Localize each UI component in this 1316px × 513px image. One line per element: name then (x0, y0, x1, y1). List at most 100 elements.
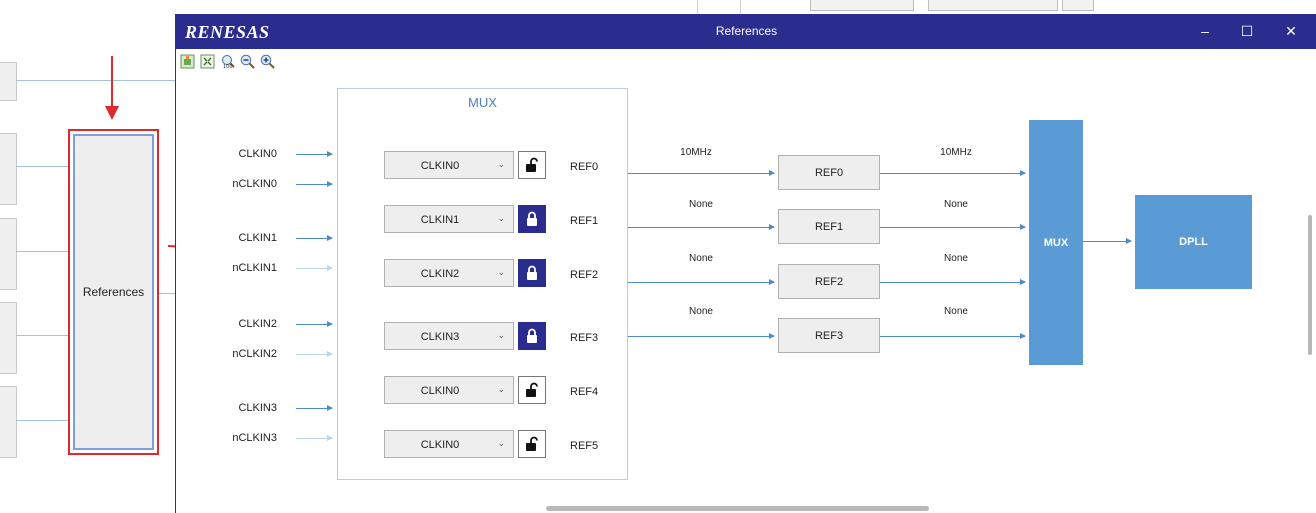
ref-output-label: REF2 (570, 269, 599, 281)
vertical-scrollbar[interactable] (1308, 215, 1312, 355)
chevron-down-icon: ⌄ (497, 330, 505, 340)
ref-block-label: REF3 (814, 329, 844, 342)
chevron-down-icon: ⌄ (497, 213, 505, 223)
input-label: CLKIN3 (238, 402, 277, 414)
ref-out-frequency: None (944, 199, 968, 210)
clock-select[interactable]: CLKIN0 ⌄ (384, 376, 514, 404)
window-title: References (715, 24, 778, 38)
clock-select-value: CLKIN0 (420, 439, 460, 451)
input-label: nCLKIN0 (232, 178, 277, 190)
input-arrow (296, 405, 333, 411)
mux-to-dpll-arrow (1083, 238, 1132, 244)
ref-out-frequency: 10MHz (940, 147, 972, 158)
input-label: CLKIN2 (238, 318, 277, 330)
input-label: nCLKIN3 (232, 432, 277, 444)
bg-separator (740, 0, 741, 14)
bg-port-tab (0, 302, 17, 374)
input-label: nCLKIN1 (232, 262, 277, 274)
ref-path-arrow (628, 333, 775, 339)
clock-select[interactable]: CLKIN2 ⌄ (384, 259, 514, 287)
zoom-out-icon[interactable] (240, 54, 255, 69)
input-arrow (296, 235, 333, 241)
zoom-in-icon[interactable] (260, 54, 275, 69)
close-button[interactable]: ✕ (1276, 20, 1306, 42)
dpll-block[interactable]: DPLL (1135, 195, 1252, 289)
clock-select[interactable]: CLKIN0 ⌄ (384, 151, 514, 179)
unlock-icon[interactable] (518, 151, 546, 179)
ref-block[interactable]: REF2 (778, 264, 880, 299)
ref-path-arrow (628, 224, 775, 230)
expand-icon[interactable] (200, 54, 215, 69)
input-arrow (296, 151, 333, 157)
ref-block-label: REF2 (814, 275, 844, 288)
ref-in-frequency: None (689, 253, 713, 264)
clock-select-value: CLKIN2 (420, 268, 460, 280)
horizontal-scrollbar[interactable] (546, 506, 929, 511)
bg-toolbar-button (810, 0, 914, 11)
ref-to-mux-arrow (880, 170, 1026, 176)
clock-select-value: CLKIN3 (420, 331, 460, 343)
ref-block-label: REF0 (814, 166, 844, 179)
ref-out-frequency: None (944, 253, 968, 264)
lock-icon[interactable] (518, 205, 546, 233)
ref-path-arrow (628, 170, 775, 176)
ref-to-mux-arrow (880, 224, 1026, 230)
output-mux-label: MUX (1043, 236, 1069, 249)
diagram-canvas: CLKIN0 nCLKIN0 CLKIN1 nCLKIN1 CLKIN2 nCL… (176, 75, 1316, 513)
chevron-down-icon: ⌄ (497, 384, 505, 394)
maximize-button[interactable]: ☐ (1232, 20, 1262, 42)
bg-toolbar-field (928, 0, 1058, 11)
ref-path-arrow (628, 279, 775, 285)
ref-output-label: REF4 (570, 386, 599, 398)
input-arrow (296, 181, 333, 187)
ref-block-label: REF1 (814, 220, 844, 233)
bg-port-tab (0, 386, 17, 458)
ref-to-mux-arrow (880, 333, 1026, 339)
clock-select[interactable]: CLKIN3 ⌄ (384, 322, 514, 350)
chevron-down-icon: ⌄ (497, 438, 505, 448)
input-label: CLKIN0 (238, 148, 277, 160)
ref-block[interactable]: REF0 (778, 155, 880, 190)
clock-select-value: CLKIN0 (420, 385, 460, 397)
ref-in-frequency: None (689, 306, 713, 317)
ref-in-frequency: None (689, 199, 713, 210)
clock-select-value: CLKIN0 (420, 160, 460, 172)
ref-block[interactable]: REF3 (778, 318, 880, 353)
fit-to-window-icon[interactable] (180, 54, 195, 69)
bg-connection-line (16, 335, 68, 336)
mux-title: MUX (468, 95, 497, 110)
chevron-down-icon: ⌄ (497, 267, 505, 277)
input-arrow (296, 351, 333, 357)
ref-block[interactable]: REF1 (778, 209, 880, 244)
references-window: RENESAS References – ☐ ✕ 100 CLKIN0 nCLK… (175, 14, 1316, 513)
clock-select[interactable]: CLKIN1 ⌄ (384, 205, 514, 233)
title-bar: RENESAS References – ☐ ✕ (176, 14, 1316, 49)
bg-separator (697, 0, 698, 14)
toolbar: 100 (176, 49, 1316, 75)
input-arrow (296, 435, 333, 441)
ref-output-label: REF0 (570, 161, 599, 173)
input-arrow (296, 265, 333, 271)
clock-select-value: CLKIN1 (420, 214, 460, 226)
clock-select[interactable]: CLKIN0 ⌄ (384, 430, 514, 458)
lock-icon[interactable] (518, 259, 546, 287)
svg-text:100: 100 (223, 64, 233, 69)
ref-to-mux-arrow (880, 279, 1026, 285)
ref-in-frequency: 10MHz (680, 147, 712, 158)
input-arrow (296, 321, 333, 327)
chevron-down-icon: ⌄ (497, 159, 505, 169)
bg-connection-line (16, 420, 68, 421)
ref-output-label: REF1 (570, 215, 599, 227)
unlock-icon[interactable] (518, 430, 546, 458)
ref-output-label: REF3 (570, 332, 599, 344)
input-label: CLKIN1 (238, 232, 277, 244)
zoom-100-icon[interactable]: 100 (220, 54, 235, 70)
ref-out-frequency: None (944, 306, 968, 317)
minimize-button[interactable]: – (1190, 20, 1220, 42)
lock-icon[interactable] (518, 322, 546, 350)
output-mux[interactable]: MUX (1029, 120, 1083, 365)
dpll-label: DPLL (1179, 236, 1208, 248)
unlock-icon[interactable] (518, 376, 546, 404)
bg-toolbar-button (1062, 0, 1094, 11)
input-label: nCLKIN2 (232, 348, 277, 360)
